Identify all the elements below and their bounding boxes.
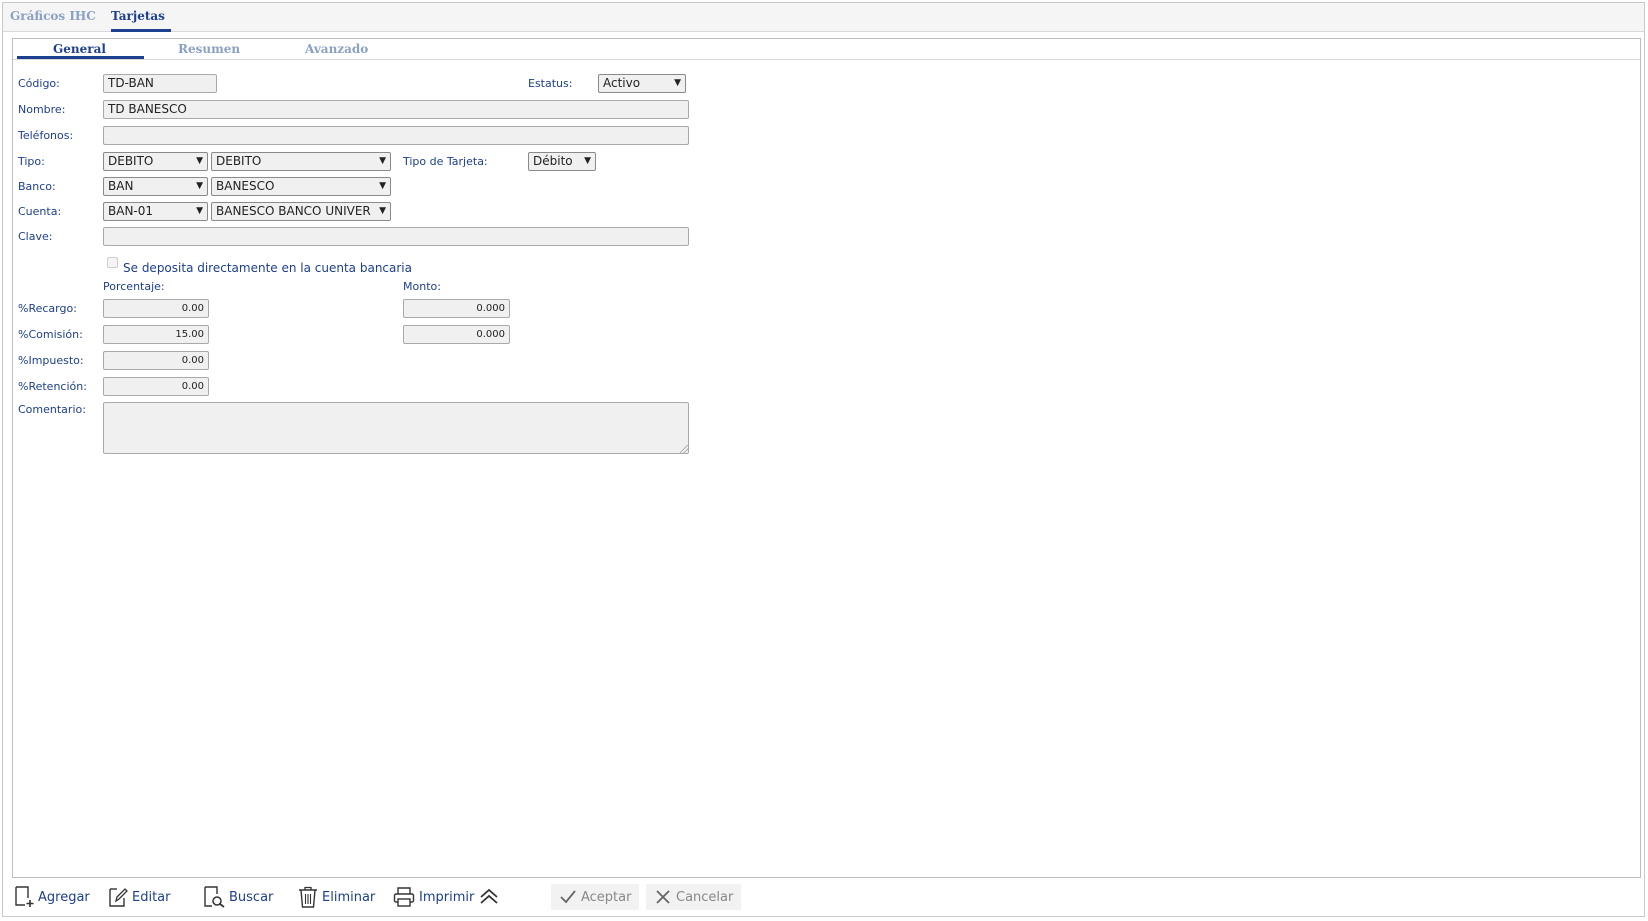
clave-input[interactable] [103, 227, 689, 246]
impuesto-porcentaje-input[interactable]: 0.00 [103, 351, 209, 370]
tipo-code-value: DEBITO [108, 154, 154, 168]
agregar-label: Agregar [38, 889, 90, 905]
editar-button[interactable]: Editar [108, 884, 171, 910]
retencion-porcentaje-input[interactable]: 0.00 [103, 377, 209, 396]
porcentaje-header: Porcentaje: [103, 280, 165, 293]
cuenta-name-select[interactable]: BANESCO BANCO UNIVER ▼ [211, 202, 391, 221]
edit-document-icon [109, 888, 128, 907]
cuenta-label: Cuenta: [18, 205, 62, 218]
dropdown-arrow-icon: ▼ [379, 206, 386, 216]
subtab-general[interactable]: General [53, 42, 106, 56]
nombre-input[interactable]: TD BANESCO [103, 100, 689, 119]
textarea-resize-handle[interactable] [680, 445, 688, 453]
dropdown-arrow-icon: ▼ [196, 181, 203, 191]
cuenta-name-value: BANESCO BANCO UNIVER [216, 204, 371, 218]
dropdown-arrow-icon: ▼ [584, 156, 591, 166]
clave-label: Clave: [18, 230, 53, 243]
comision-porcentaje-input[interactable]: 15.00 [103, 325, 209, 344]
banco-label: Banco: [18, 180, 56, 193]
comentario-label: Comentario: [18, 403, 86, 416]
banco-code-value: BAN [108, 179, 134, 193]
dropdown-arrow-icon: ▼ [379, 156, 386, 166]
banco-code-select[interactable]: BAN ▼ [103, 177, 208, 196]
dropdown-arrow-icon: ▼ [379, 181, 386, 191]
tipo-label: Tipo: [18, 155, 45, 168]
comentario-textarea[interactable] [103, 402, 689, 454]
tipo-tarjeta-label: Tipo de Tarjeta: [403, 155, 488, 168]
comision-monto-input[interactable]: 0.000 [403, 325, 510, 344]
subtab-avanzado[interactable]: Avanzado [305, 42, 368, 56]
tab-graficos-ihc[interactable]: Gráficos IHC [10, 9, 96, 23]
subtab-resumen[interactable]: Resumen [178, 42, 240, 56]
imprimir-label: Imprimir [419, 889, 475, 905]
close-x-icon [656, 890, 670, 904]
banco-name-select[interactable]: BANESCO ▼ [211, 177, 391, 196]
buscar-button[interactable]: Buscar [203, 884, 273, 910]
telefonos-label: Teléfonos: [18, 129, 74, 142]
aceptar-button[interactable]: Aceptar [551, 884, 640, 910]
active-tab-indicator [111, 29, 171, 32]
cancelar-button[interactable]: Cancelar [646, 884, 742, 910]
dropdown-arrow-icon: ▼ [196, 206, 203, 216]
retencion-label: %Retención: [18, 380, 87, 393]
deposito-directo-checkbox[interactable] [107, 257, 118, 268]
telefonos-input[interactable] [103, 126, 689, 145]
cuenta-code-value: BAN-01 [108, 204, 154, 218]
aceptar-label: Aceptar [581, 889, 632, 905]
nombre-label: Nombre: [18, 103, 66, 116]
checkmark-icon [560, 890, 576, 904]
estatus-label: Estatus: [528, 77, 573, 90]
codigo-label: Código: [18, 77, 60, 90]
estatus-select[interactable]: Activo ▼ [598, 74, 686, 93]
editar-label: Editar [132, 889, 171, 905]
deposito-directo-label: Se deposita directamente en la cuenta ba… [123, 261, 412, 275]
agregar-button[interactable]: Agregar [14, 884, 90, 910]
monto-header: Monto: [403, 280, 441, 293]
tab-tarjetas[interactable]: Tarjetas [111, 9, 165, 23]
dropdown-arrow-icon: ▼ [196, 156, 203, 166]
collapse-toolbar-button[interactable] [478, 884, 504, 910]
cancelar-label: Cancelar [676, 889, 734, 905]
recargo-monto-input[interactable]: 0.000 [403, 299, 510, 318]
tipo-code-select[interactable]: DEBITO ▼ [103, 152, 208, 171]
codigo-input[interactable]: TD-BAN [103, 74, 217, 93]
banco-name-value: BANESCO [216, 179, 275, 193]
tipo-tarjeta-select[interactable]: Débito ▼ [528, 152, 596, 171]
estatus-select-value: Activo [603, 76, 641, 90]
eliminar-button[interactable]: Eliminar [298, 884, 375, 910]
active-subtab-indicator [17, 56, 144, 59]
buscar-label: Buscar [229, 889, 274, 905]
recargo-label: %Recargo: [18, 302, 77, 315]
collapse-up-icon [480, 888, 498, 904]
comision-label: %Comisión: [18, 328, 83, 341]
search-document-icon [204, 886, 225, 908]
imprimir-button[interactable]: Imprimir [393, 884, 474, 910]
tipo-name-select[interactable]: DEBITO ▼ [211, 152, 391, 171]
tipo-tarjeta-value: Débito [533, 154, 573, 168]
trash-icon [299, 886, 317, 908]
dropdown-arrow-icon: ▼ [674, 78, 681, 88]
recargo-porcentaje-input[interactable]: 0.00 [103, 299, 209, 318]
cuenta-code-select[interactable]: BAN-01 ▼ [103, 202, 208, 221]
tipo-name-value: DEBITO [216, 154, 262, 168]
sub-tab-bar [13, 39, 1640, 60]
top-tab-bar [3, 3, 1644, 32]
impuesto-label: %Impuesto: [18, 354, 84, 367]
eliminar-label: Eliminar [322, 889, 376, 905]
add-document-icon [15, 886, 34, 907]
printer-icon [393, 887, 415, 907]
